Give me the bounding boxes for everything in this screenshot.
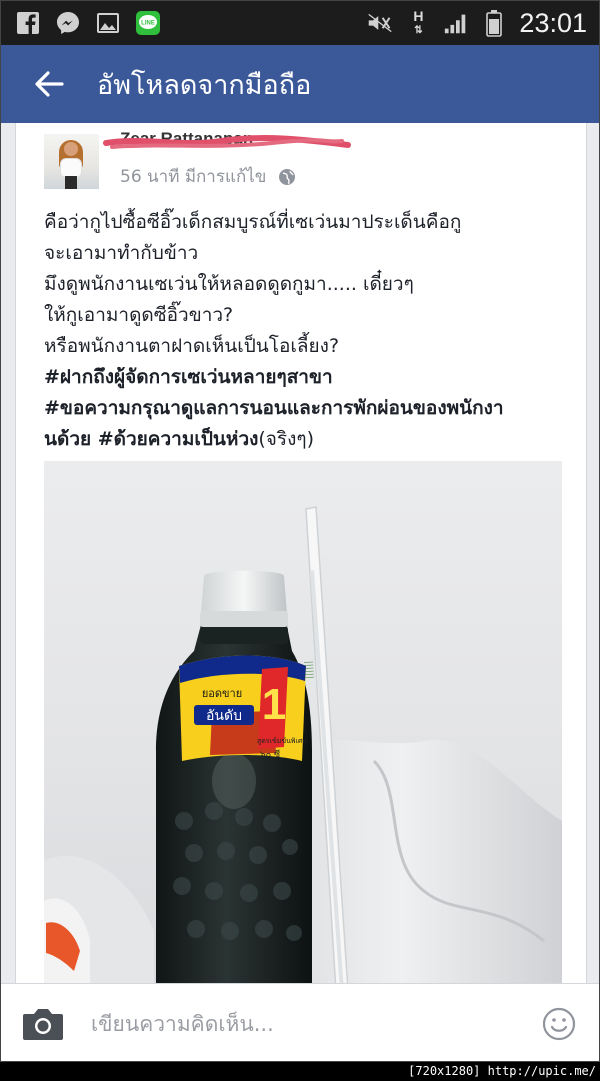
mute-icon bbox=[367, 10, 393, 36]
svg-text:LINE: LINE bbox=[141, 21, 155, 27]
post-line: มึงดูพนักงานเซเว่นให้หลอดดูดกูมา..... เด… bbox=[44, 273, 414, 295]
hashtag-text[interactable]: นด้วย #ด้วยความเป็นห่วง bbox=[44, 428, 258, 450]
post-timestamp: 56 นาที มีการแก้ไข bbox=[120, 167, 267, 187]
post-text-tail: (จริงๆ) bbox=[258, 428, 315, 450]
post-text: คือว่ากูไปซื้อซีอิ๊วเด็กสมบูรณ์ที่เซเว่น… bbox=[44, 207, 564, 455]
gallery-icon bbox=[95, 10, 121, 36]
post-line-last: นด้วย #ด้วยความเป็นห่วง(จริงๆ) bbox=[44, 424, 564, 455]
photo-image: |||||| 1 ยอดขาย อันดับ สูตรเข้มข้นพิเศษ … bbox=[44, 506, 562, 983]
arrow-back-icon bbox=[35, 71, 64, 97]
messenger-icon bbox=[55, 10, 81, 36]
line-app-icon: LINE bbox=[135, 10, 161, 36]
page-title: อัพโหลดจากมือถือ bbox=[97, 69, 312, 101]
status-bar: LINE H ⇅ 23:01 bbox=[1, 1, 599, 45]
post-line: หรือพนักงานตาฝาดเห็นเป็นโอเลี้ยง? bbox=[44, 335, 340, 357]
emoji-button[interactable] bbox=[539, 1004, 579, 1044]
svg-text:๖๐ ซี: ๖๐ ซี bbox=[260, 749, 280, 760]
globe-icon bbox=[279, 168, 296, 185]
facebook-icon bbox=[15, 10, 41, 36]
status-time: 23:01 bbox=[519, 7, 587, 38]
svg-text:สูตรเข้มข้นพิเศษ: สูตรเข้มข้นพิเศษ bbox=[257, 737, 307, 745]
camera-button[interactable] bbox=[19, 1000, 67, 1048]
post-line: คือว่ากูไปซื้อซีอิ๊วเด็กสมบูรณ์ที่เซเว่น… bbox=[44, 211, 462, 233]
svg-text:อันดับ: อันดับ bbox=[206, 708, 242, 724]
app-bar: อัพโหลดจากมือถือ bbox=[1, 45, 599, 123]
signal-icon bbox=[443, 10, 469, 36]
avatar[interactable] bbox=[44, 134, 99, 189]
post-card: Zear Rattanapan 56 นาที มีการแก้ไข คือว่… bbox=[15, 123, 587, 983]
smiley-icon bbox=[542, 1007, 576, 1040]
back-button[interactable] bbox=[21, 56, 77, 112]
hsdpa-icon: H ⇅ bbox=[413, 7, 424, 36]
comment-input[interactable] bbox=[91, 1001, 539, 1046]
svg-text:ยอดขาย: ยอดขาย bbox=[202, 687, 242, 700]
hashtag-line[interactable]: #ฝากถึงผู้จัดการเซเว่นหลายๆสาขา bbox=[44, 362, 564, 393]
battery-icon bbox=[481, 10, 507, 37]
redaction-scribble bbox=[103, 135, 351, 149]
post-line: จะเอามาทำกับข้าว bbox=[44, 242, 199, 264]
comment-bar bbox=[1, 983, 599, 1061]
post-line: ให้กูเอามาดูดซีอิ๊วขาว? bbox=[44, 304, 234, 326]
watermark: [720x1280] http://upic.me/ bbox=[406, 1064, 598, 1078]
screen: LINE H ⇅ 23:01 อัพโหลดจากมือถือ Zear Rat… bbox=[0, 0, 600, 1062]
svg-text:1: 1 bbox=[262, 680, 286, 729]
hashtag-line[interactable]: #ขอความกรุณาดูแลการนอนและการพักผ่อนของพน… bbox=[44, 393, 564, 424]
post-meta: 56 นาที มีการแก้ไข bbox=[120, 163, 296, 190]
post-photo[interactable]: |||||| 1 ยอดขาย อันดับ สูตรเข้มข้นพิเศษ … bbox=[44, 461, 562, 983]
camera-icon bbox=[23, 1008, 63, 1040]
